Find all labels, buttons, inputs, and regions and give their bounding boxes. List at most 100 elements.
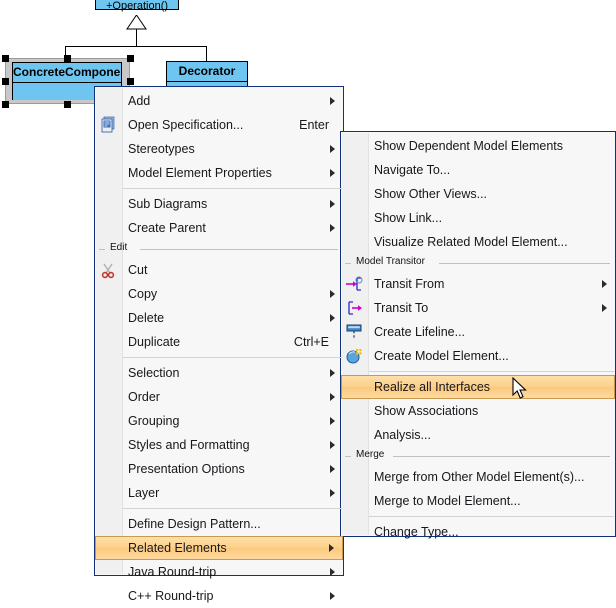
selection-handle-s[interactable] — [64, 101, 71, 108]
menu-item-copy[interactable]: Copy — [95, 282, 343, 306]
related-elements-submenu[interactable]: Show Dependent Model Elements Navigate T… — [340, 131, 616, 537]
menu-separator — [369, 371, 614, 372]
menu-item-label: Stereotypes — [128, 142, 195, 156]
chevron-right-icon — [330, 369, 335, 377]
menu-item-create-model-element[interactable]: Create Model Element... — [341, 344, 615, 368]
menu-separator — [123, 188, 342, 189]
menu-separator — [123, 357, 342, 358]
menu-item-delete[interactable]: Delete — [95, 306, 343, 330]
chevron-right-icon — [330, 200, 335, 208]
selection-handle-sw[interactable] — [2, 101, 9, 108]
menu-item-define-design-pattern[interactable]: Define Design Pattern... — [95, 512, 343, 536]
menu-item-realize-all-interfaces[interactable]: Realize all Interfaces — [341, 375, 615, 399]
menu-item-label: Define Design Pattern... — [128, 517, 261, 531]
menu-group-model-transitor: Model Transitor — [341, 256, 615, 271]
menu-item-label: Show Dependent Model Elements — [374, 139, 563, 153]
menu-item-transit-to[interactable]: Transit To — [341, 296, 615, 320]
uml-class-title: ConcreteComponent — [13, 63, 121, 83]
menu-group-merge: Merge — [341, 449, 615, 464]
selection-handle-e[interactable] — [127, 78, 134, 85]
menu-item-label: Merge from Other Model Element(s)... — [374, 470, 584, 484]
selection-handle-ne[interactable] — [127, 55, 134, 62]
menu-item-label: Model Element Properties — [128, 166, 272, 180]
menu-item-accelerator: Ctrl+E — [294, 335, 335, 349]
uml-class-compartment: +Operation() — [96, 0, 178, 9]
menu-item-label: Show Link... — [374, 211, 442, 225]
menu-item-show-link[interactable]: Show Link... — [341, 206, 615, 230]
chevron-right-icon — [330, 489, 335, 497]
menu-group-label: Merge — [353, 448, 387, 462]
selection-handle-nw[interactable] — [2, 55, 9, 62]
menu-item-label: Sub Diagrams — [128, 197, 207, 211]
menu-item-label: Merge to Model Element... — [374, 494, 521, 508]
menu-item-label: Java Round-trip — [128, 565, 216, 579]
menu-item-sub-diagrams[interactable]: Sub Diagrams — [95, 192, 343, 216]
menu-item-show-associations[interactable]: Show Associations — [341, 399, 615, 423]
menu-item-label: Presentation Options — [128, 462, 245, 476]
menu-item-label: Cut — [128, 263, 147, 277]
selection-handle-w[interactable] — [2, 78, 9, 85]
chevron-right-icon — [329, 544, 334, 552]
lifeline-icon — [345, 323, 363, 341]
menu-item-label: Duplicate — [128, 335, 180, 349]
uml-class-title: Decorator — [167, 62, 247, 82]
menu-item-create-parent[interactable]: Create Parent — [95, 216, 343, 240]
menu-item-label: Create Model Element... — [374, 349, 509, 363]
menu-item-grouping[interactable]: Grouping — [95, 409, 343, 433]
menu-item-label: Transit To — [374, 301, 428, 315]
menu-item-label: Grouping — [128, 414, 179, 428]
generalization-bus — [65, 46, 207, 47]
menu-item-merge-from-other-model-elements[interactable]: Merge from Other Model Element(s)... — [341, 465, 615, 489]
menu-item-accelerator: Enter — [299, 118, 335, 132]
generalization-stem — [136, 28, 137, 46]
menu-item-label: Delete — [128, 311, 164, 325]
menu-item-change-type[interactable]: Change Type... — [341, 520, 615, 544]
menu-item-label: Show Associations — [374, 404, 478, 418]
menu-item-merge-to-model-element[interactable]: Merge to Model Element... — [341, 489, 615, 513]
chevron-right-icon — [330, 393, 335, 401]
menu-item-order[interactable]: Order — [95, 385, 343, 409]
menu-item-label: Open Specification... — [128, 118, 243, 132]
menu-item-presentation-options[interactable]: Presentation Options — [95, 457, 343, 481]
menu-item-add[interactable]: Add — [95, 89, 343, 113]
menu-item-cpp-round-trip[interactable]: C++ Round-trip — [95, 584, 343, 608]
chevron-right-icon — [330, 592, 335, 600]
menu-item-navigate-to[interactable]: Navigate To... — [341, 158, 615, 182]
scissors-icon — [99, 261, 117, 279]
chevron-right-icon — [330, 441, 335, 449]
menu-item-label: Create Lifeline... — [374, 325, 465, 339]
selection-handle-n[interactable] — [64, 55, 71, 62]
menu-item-layer[interactable]: Layer — [95, 481, 343, 505]
chevron-right-icon — [330, 97, 335, 105]
menu-item-styles-and-formatting[interactable]: Styles and Formatting — [95, 433, 343, 457]
element-context-menu[interactable]: Add Open Specification... Enter Stereoty… — [94, 86, 344, 576]
menu-item-label: Styles and Formatting — [128, 438, 250, 452]
chevron-right-icon — [330, 465, 335, 473]
model-element-icon — [345, 347, 363, 365]
menu-item-model-element-properties[interactable]: Model Element Properties — [95, 161, 343, 185]
menu-item-duplicate[interactable]: Duplicate Ctrl+E — [95, 330, 343, 354]
menu-item-analysis[interactable]: Analysis... — [341, 423, 615, 447]
menu-group-edit: Edit — [95, 242, 343, 257]
menu-item-label: C++ Round-trip — [128, 589, 213, 603]
menu-item-show-other-views[interactable]: Show Other Views... — [341, 182, 615, 206]
menu-item-visualize-related-model-element[interactable]: Visualize Related Model Element... — [341, 230, 615, 254]
menu-item-label: Change Type... — [374, 525, 459, 539]
menu-group-label: Edit — [107, 241, 130, 255]
specification-icon — [99, 116, 117, 134]
menu-item-open-specification[interactable]: Open Specification... Enter — [95, 113, 343, 137]
menu-item-transit-from[interactable]: Transit From — [341, 272, 615, 296]
generalization-arrowhead — [126, 15, 147, 30]
menu-item-label: Selection — [128, 366, 179, 380]
menu-item-cut[interactable]: Cut — [95, 258, 343, 282]
menu-item-label: Copy — [128, 287, 157, 301]
menu-item-stereotypes[interactable]: Stereotypes — [95, 137, 343, 161]
menu-item-selection[interactable]: Selection — [95, 361, 343, 385]
menu-item-show-dependent-model-elements[interactable]: Show Dependent Model Elements — [341, 134, 615, 158]
uml-class-component[interactable]: +Operation() — [95, 0, 179, 10]
menu-item-create-lifeline[interactable]: Create Lifeline... — [341, 320, 615, 344]
chevron-right-icon — [602, 304, 607, 312]
menu-item-java-round-trip[interactable]: Java Round-trip — [95, 560, 343, 584]
menu-item-related-elements[interactable]: Related Elements — [95, 536, 343, 560]
chevron-right-icon — [330, 145, 335, 153]
